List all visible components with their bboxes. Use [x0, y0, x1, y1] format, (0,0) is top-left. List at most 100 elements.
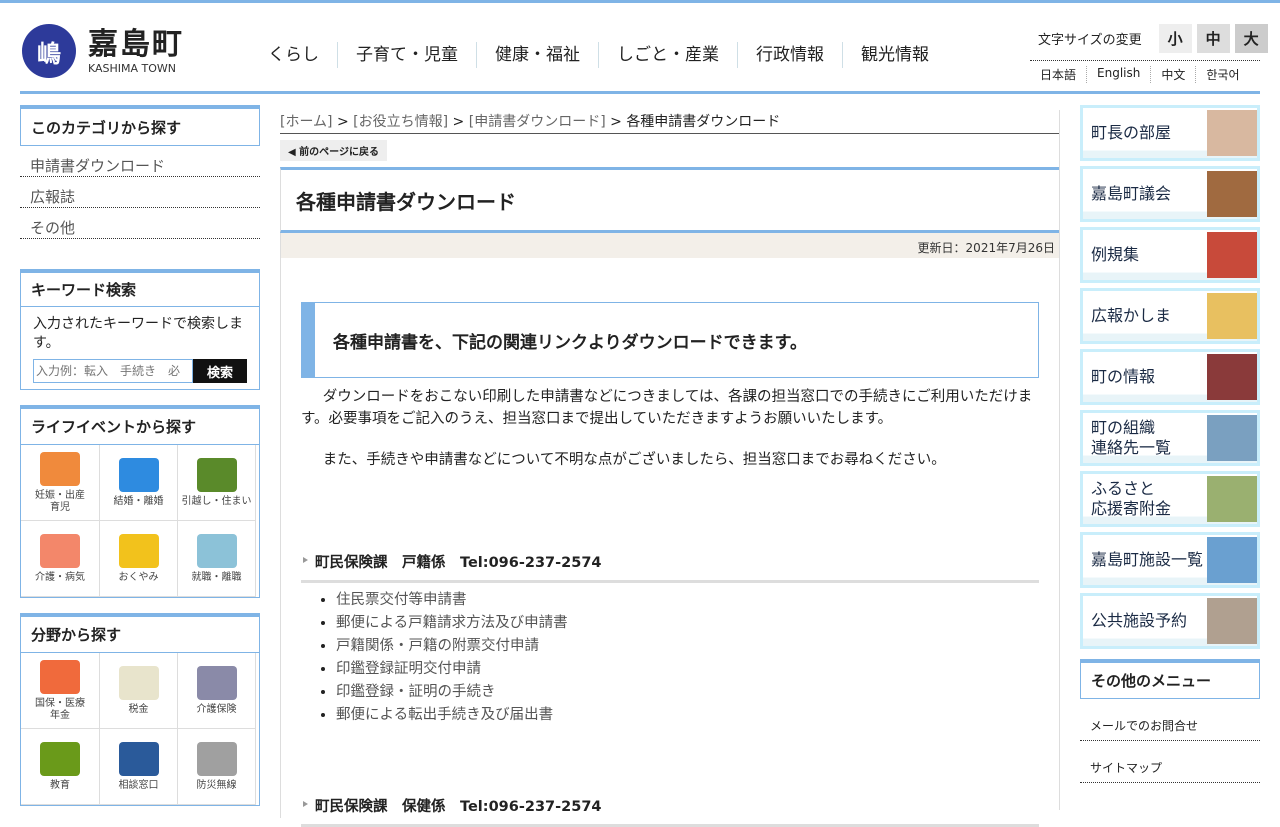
- font-size-large-button[interactable]: 大: [1234, 24, 1268, 53]
- banner-link[interactable]: 町長の部屋: [1080, 105, 1260, 161]
- field-icon: [118, 665, 159, 700]
- banner-label: 町の情報: [1091, 367, 1156, 386]
- list-item: 印鑑登録証明交付申請: [336, 658, 1039, 681]
- category-link[interactable]: 申請書ダウンロード: [20, 146, 260, 177]
- field-label: 国保・医療 年金: [35, 697, 85, 721]
- breadcrumb-downloads[interactable]: [申請書ダウンロード]: [469, 114, 606, 130]
- keyword-heading: キーワード検索: [21, 273, 259, 307]
- field-tile[interactable]: 教育: [21, 729, 100, 805]
- banner-photo-icon: [1207, 415, 1257, 461]
- banner-photo-icon: [1207, 293, 1257, 339]
- banner-label: 町長の部屋: [1091, 123, 1172, 142]
- banner-link[interactable]: 嘉島町議会: [1080, 166, 1260, 222]
- breadcrumb-home[interactable]: [ホーム]: [280, 114, 333, 130]
- nav-shigoto[interactable]: しごと・産業: [598, 42, 737, 68]
- field-label: 防災無線: [196, 779, 237, 791]
- life-icon: [118, 533, 159, 568]
- search-button[interactable]: 検索: [193, 359, 247, 383]
- font-size-small-button[interactable]: 小: [1158, 24, 1192, 53]
- document-list: 住民票交付等申請書郵便による戸籍請求方法及び申請書戸籍関係・戸籍の附票交付申請印…: [336, 589, 1039, 727]
- banner-label: 町の組織 連絡先一覧: [1091, 418, 1172, 457]
- field-tile[interactable]: 介護保険: [178, 653, 256, 729]
- list-item: 戸籍関係・戸籍の附票交付申請: [336, 635, 1039, 658]
- breadcrumb-current: 各種申請書ダウンロード: [626, 114, 781, 130]
- lang-japanese[interactable]: 日本語: [1030, 66, 1086, 83]
- field-icon: [118, 741, 159, 776]
- life-tile[interactable]: おくやみ: [100, 521, 178, 597]
- breadcrumb-useful-info[interactable]: [お役立ち情報]: [353, 114, 448, 130]
- category-link[interactable]: 広報誌: [20, 177, 260, 208]
- banner-link[interactable]: 広報かしま: [1080, 288, 1260, 344]
- lang-chinese[interactable]: 中文: [1150, 66, 1195, 83]
- document-link[interactable]: 郵便による転出手続き及び届出書: [336, 707, 553, 723]
- field-tile[interactable]: 防災無線: [178, 729, 256, 805]
- banner-link[interactable]: 公共施設予約: [1080, 593, 1260, 649]
- contact-by-email-link[interactable]: メールでのお問合せ: [1080, 699, 1260, 741]
- updated-date: 更新日：2021年7月26日: [280, 233, 1059, 258]
- life-tile[interactable]: 引越し・住まい: [178, 445, 256, 521]
- life-icon: [40, 451, 80, 486]
- lang-english[interactable]: English: [1086, 66, 1150, 83]
- lang-korean[interactable]: 한국어: [1195, 66, 1249, 83]
- field-tile[interactable]: 国保・医療 年金: [21, 653, 100, 729]
- nav-kosodate[interactable]: 子育て・児童: [337, 42, 476, 68]
- logo-title: 嘉島町: [88, 26, 184, 62]
- field-tile[interactable]: 税金: [100, 653, 178, 729]
- category-link[interactable]: その他: [20, 208, 260, 239]
- document-link[interactable]: 郵便による戸籍請求方法及び申請書: [336, 615, 568, 631]
- field-icon: [196, 741, 237, 776]
- life-icon: [196, 457, 237, 492]
- banner-link[interactable]: 例規集: [1080, 227, 1260, 283]
- breadcrumb: [ホーム] > [お役立ち情報] > [申請書ダウンロード] > 各種申請書ダウ…: [280, 110, 1059, 134]
- field-heading: 分野から探す: [21, 617, 259, 653]
- nav-kanko[interactable]: 観光情報: [842, 42, 947, 68]
- field-label: 教育: [50, 779, 70, 791]
- banner-link[interactable]: 町の組織 連絡先一覧: [1080, 410, 1260, 466]
- field-icon: [40, 659, 80, 694]
- life-label: おくやみ: [118, 571, 159, 583]
- section-heading-koseki: 町民保険課 戸籍係 Tel:096-237-2574: [301, 551, 1039, 583]
- nav-kurashi[interactable]: くらし: [250, 42, 337, 68]
- nav-kenko[interactable]: 健康・福祉: [476, 42, 598, 68]
- document-link[interactable]: 戸籍関係・戸籍の附票交付申請: [336, 638, 539, 654]
- nav-gyosei[interactable]: 行政情報: [737, 42, 842, 68]
- field-label: 相談窓口: [118, 779, 159, 791]
- category-heading: このカテゴリから探す: [20, 105, 260, 146]
- banner-photo-icon: [1207, 598, 1257, 644]
- keyword-description: 入力されたキーワードで検索します。: [33, 316, 243, 351]
- back-button[interactable]: ◀ 前のページに戻る: [280, 140, 387, 161]
- field-tile[interactable]: 相談窓口: [100, 729, 178, 805]
- keyword-search-box: キーワード検索 入力されたキーワードで検索します。 検索: [20, 269, 260, 390]
- right-sidebar: 町長の部屋嘉島町議会例規集 広報かしま町の情報町の組織 連絡先一覧 ふるさと 応援寄…: [1080, 105, 1260, 783]
- callout-heading: 各種申請書を、下記の関連リンクよりダウンロードできます。: [301, 302, 1039, 378]
- other-menu-heading: その他のメニュー: [1080, 659, 1260, 699]
- font-size-medium-button[interactable]: 中: [1196, 24, 1230, 53]
- banner-link[interactable]: ふるさと 応援寄附金: [1080, 471, 1260, 527]
- inquiry-paragraph: また、手続きや申請書などについて不明な点がございましたら、担当窓口までお尋ねくだ…: [322, 452, 946, 468]
- search-input[interactable]: [33, 359, 193, 383]
- life-tile[interactable]: 結婚・離婚: [100, 445, 178, 521]
- language-switcher: 日本語 English 中文 한국어: [1030, 60, 1260, 83]
- life-label: 妊娠・出産 育児: [35, 489, 85, 513]
- field-box: 分野から探す 国保・医療 年金 税金 介護保険教育 相談窓口 防災無線: [20, 613, 260, 806]
- banner-photo-icon: [1207, 232, 1257, 278]
- banner-link[interactable]: 町の情報: [1080, 349, 1260, 405]
- document-link[interactable]: 印鑑登録・証明の手続き: [336, 684, 496, 700]
- site-logo[interactable]: 嶋 嘉島町 KASHIMA TOWN: [22, 24, 184, 78]
- page-title: 各種申請書ダウンロード: [280, 167, 1059, 233]
- document-link[interactable]: 住民票交付等申請書: [336, 592, 467, 608]
- town-emblem-icon: 嶋: [22, 24, 76, 78]
- header-divider: [20, 91, 1260, 94]
- life-tile[interactable]: 就職・離職: [178, 521, 256, 597]
- document-link[interactable]: 印鑑登録証明交付申請: [336, 661, 481, 677]
- back-label: 前のページに戻る: [299, 147, 379, 158]
- sitemap-link[interactable]: サイトマップ: [1080, 741, 1260, 783]
- field-label: 税金: [128, 703, 149, 715]
- life-tile[interactable]: 妊娠・出産 育児: [21, 445, 100, 521]
- banner-label: 公共施設予約: [1091, 611, 1188, 630]
- life-tile[interactable]: 介護・病気: [21, 521, 100, 597]
- life-icon: [196, 533, 237, 568]
- banner-label: 嘉島町議会: [1091, 184, 1172, 203]
- banner-link[interactable]: 嘉島町施設一覧: [1080, 532, 1260, 588]
- banner-label: ふるさと 応援寄附金: [1091, 479, 1172, 518]
